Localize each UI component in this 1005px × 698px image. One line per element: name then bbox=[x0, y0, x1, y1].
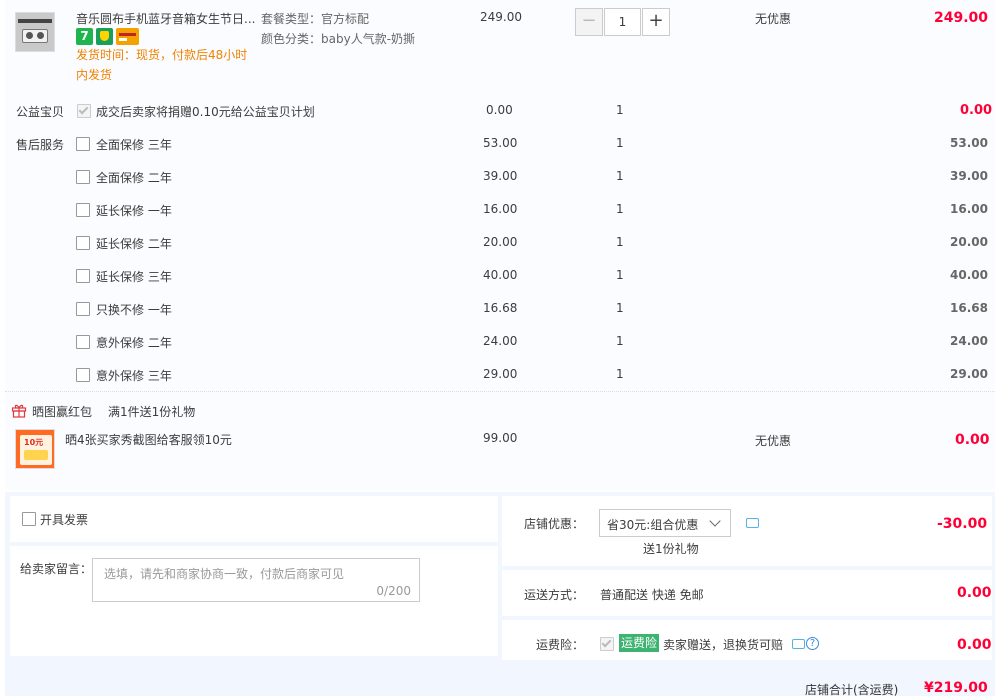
charity-qty: 1 bbox=[616, 103, 624, 117]
gift-promo-rule: 满1件送1份礼物 bbox=[108, 405, 196, 419]
total-amount: ¥219.00 bbox=[924, 680, 988, 696]
gift-thumbnail[interactable]: 10元 bbox=[15, 429, 55, 469]
warranty-qty: 1 bbox=[616, 202, 624, 216]
consumer-guarantee-icon bbox=[96, 28, 113, 45]
delivery-time-cont: 内发货 bbox=[76, 68, 113, 82]
insurance-label: 运费险： bbox=[536, 638, 585, 652]
shop-discount-label: 店铺优惠： bbox=[524, 517, 585, 531]
charity-price: 0.00 bbox=[486, 103, 513, 117]
spec-color: 颜色分类：baby人气款-奶撕 bbox=[261, 32, 416, 46]
warranty-qty: 1 bbox=[616, 301, 624, 315]
chat-icon[interactable] bbox=[792, 639, 805, 649]
charity-label: 公益宝贝 bbox=[16, 105, 65, 119]
insurance-amount: 0.00 bbox=[957, 637, 992, 653]
warranty-checkbox[interactable] bbox=[76, 335, 90, 349]
warranty-name: 意外保修 二年 bbox=[96, 336, 172, 350]
seven-day-return-icon: 7 bbox=[76, 28, 93, 45]
message-input[interactable]: 选填，请先和商家协商一致，付款后商家可见 0/200 bbox=[92, 558, 420, 602]
warranty-name: 全面保修 三年 bbox=[96, 138, 172, 152]
quantity-input[interactable]: 1 bbox=[604, 8, 641, 36]
chevron-down-icon bbox=[709, 515, 721, 527]
warranty-checkbox[interactable] bbox=[76, 269, 90, 283]
warranty-checkbox[interactable] bbox=[76, 368, 90, 382]
charity-text: 成交后卖家将捐赠0.10元给公益宝贝计划 bbox=[96, 105, 315, 119]
invoice-checkbox[interactable] bbox=[22, 512, 36, 526]
insurance-badge: 运费险 bbox=[619, 634, 660, 652]
warranty-qty: 1 bbox=[616, 235, 624, 249]
warranty-subtotal: 16.68 bbox=[950, 301, 988, 315]
message-counter: 0/200 bbox=[376, 584, 411, 598]
shipping-method: 普通配送 快递 免邮 bbox=[600, 588, 704, 602]
total-label: 店铺合计(含运费) bbox=[805, 683, 899, 697]
product-subtotal: 249.00 bbox=[934, 10, 989, 26]
gift-icon bbox=[11, 403, 27, 418]
spec-package: 套餐类型：官方标配 bbox=[261, 12, 370, 26]
shop-discount-amount: -30.00 bbox=[937, 516, 988, 532]
warranty-qty: 1 bbox=[616, 136, 624, 150]
shop-discount-select[interactable]: 省30元:组合优惠 bbox=[599, 509, 731, 537]
warranty-name: 意外保修 三年 bbox=[96, 369, 172, 383]
charity-checkbox bbox=[77, 104, 91, 118]
warranty-name: 延长保修 二年 bbox=[96, 237, 172, 251]
warranty-name: 只换不修 一年 bbox=[96, 303, 172, 317]
warranty-qty: 1 bbox=[616, 334, 624, 348]
after-sales-label: 售后服务 bbox=[16, 138, 65, 152]
message-placeholder: 选填，请先和商家协商一致，付款后商家可见 bbox=[104, 567, 345, 581]
shop-discount-note: 送1份礼物 bbox=[643, 542, 699, 556]
credit-card-icon bbox=[116, 28, 139, 45]
warranty-qty: 1 bbox=[616, 268, 624, 282]
warranty-name: 全面保修 二年 bbox=[96, 171, 172, 185]
warranty-price: 39.00 bbox=[483, 169, 518, 183]
warranty-subtotal: 39.00 bbox=[950, 169, 988, 183]
warranty-name: 延长保修 三年 bbox=[96, 270, 172, 284]
warranty-price: 20.00 bbox=[483, 235, 518, 249]
shipping-label: 运送方式： bbox=[524, 588, 585, 602]
warranty-price: 24.00 bbox=[483, 334, 518, 348]
insurance-text: 卖家赠送，退换货可赔 bbox=[663, 638, 784, 652]
warranty-subtotal: 53.00 bbox=[950, 136, 988, 150]
warranty-subtotal: 29.00 bbox=[950, 367, 988, 381]
help-icon[interactable]: ? bbox=[806, 637, 819, 650]
product-unit-price: 249.00 bbox=[480, 10, 522, 24]
product-discount: 无优惠 bbox=[755, 12, 792, 26]
shop-discount-selected: 省30元:组合优惠 bbox=[607, 518, 699, 532]
warranty-subtotal: 16.00 bbox=[950, 202, 988, 216]
warranty-subtotal: 20.00 bbox=[950, 235, 988, 249]
warranty-price: 16.00 bbox=[483, 202, 518, 216]
delivery-time: 发货时间：现货，付款后48小时 bbox=[76, 48, 248, 62]
warranty-qty: 1 bbox=[616, 169, 624, 183]
gift-price: 99.00 bbox=[483, 431, 518, 445]
insurance-checkbox bbox=[600, 637, 614, 651]
warranty-qty: 1 bbox=[616, 367, 624, 381]
quantity-increase-button[interactable]: + bbox=[642, 8, 670, 36]
invoice-label[interactable]: 开具发票 bbox=[40, 511, 88, 528]
divider bbox=[5, 391, 995, 392]
chat-icon[interactable] bbox=[746, 518, 759, 528]
gift-name[interactable]: 晒4张买家秀截图给客服领10元 bbox=[65, 431, 232, 448]
warranty-price: 40.00 bbox=[483, 268, 518, 282]
charity-subtotal: 0.00 bbox=[960, 103, 993, 118]
quantity-decrease-button[interactable]: − bbox=[575, 8, 603, 36]
warranty-price: 29.00 bbox=[483, 367, 518, 381]
warranty-checkbox[interactable] bbox=[76, 203, 90, 217]
product-title[interactable]: 音乐圆布手机蓝牙音箱女生节日... bbox=[76, 10, 256, 27]
warranty-price: 16.68 bbox=[483, 301, 518, 315]
shipping-amount: 0.00 bbox=[957, 585, 992, 601]
warranty-subtotal: 40.00 bbox=[950, 268, 988, 282]
gift-promo-label: 晒图赢红包 bbox=[32, 405, 93, 419]
warranty-price: 53.00 bbox=[483, 136, 518, 150]
gift-discount: 无优惠 bbox=[755, 434, 792, 448]
warranty-checkbox[interactable] bbox=[76, 302, 90, 316]
warranty-checkbox[interactable] bbox=[76, 236, 90, 250]
message-label: 给卖家留言： bbox=[20, 562, 93, 576]
product-thumbnail[interactable] bbox=[15, 12, 55, 52]
gift-subtotal: 0.00 bbox=[955, 432, 990, 448]
warranty-checkbox[interactable] bbox=[76, 170, 90, 184]
warranty-subtotal: 24.00 bbox=[950, 334, 988, 348]
warranty-name: 延长保修 一年 bbox=[96, 204, 172, 218]
warranty-checkbox[interactable] bbox=[76, 137, 90, 151]
